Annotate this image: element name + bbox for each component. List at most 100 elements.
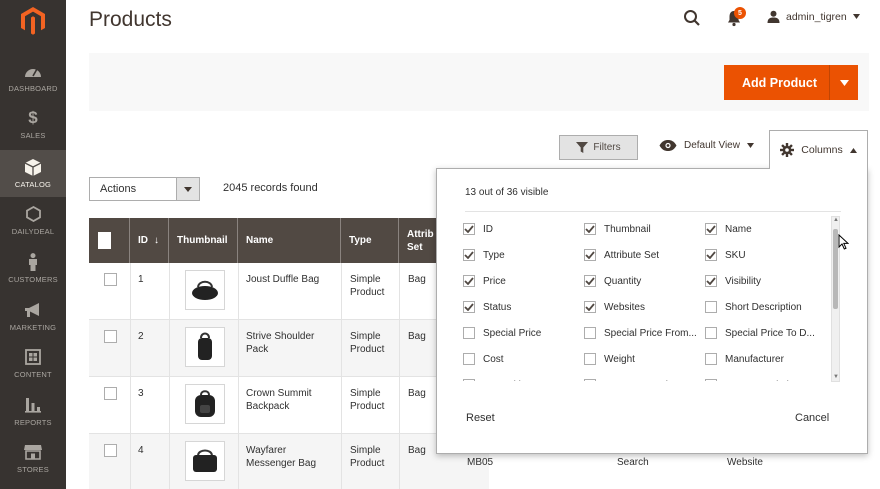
column-option-meta-title[interactable]: Meta Title (463, 379, 526, 381)
checked-checkbox[interactable] (463, 275, 475, 287)
column-option-label: ID (483, 223, 493, 235)
sku-cell-peek: MB05 (467, 457, 494, 468)
column-option-label: Name (725, 223, 752, 235)
cell-id: 1 (138, 274, 144, 285)
checked-checkbox[interactable] (463, 223, 475, 235)
col-header-name[interactable]: Name (238, 218, 341, 263)
unchecked-checkbox[interactable] (463, 379, 475, 381)
table-row[interactable]: 4 Wayfarer Messenger Bag Simple Product Bag (89, 434, 489, 489)
sidebar-item-reports[interactable]: REPORTS (0, 388, 66, 435)
columns-dropdown-panel: 13 out of 36 visible ID Thumbnail Name Type… (436, 168, 868, 454)
reset-button[interactable]: Reset (466, 412, 495, 424)
column-option-label: Price (483, 275, 506, 287)
column-option-thumbnail[interactable]: Thumbnail (584, 223, 651, 235)
column-option-manufacturer[interactable]: Manufacturer (705, 353, 784, 365)
sidebar-item-marketing[interactable]: MARKETING (0, 293, 66, 340)
table-row[interactable]: 3 Crown Summit Backpack Simple Product Bag (89, 377, 489, 434)
column-option-label: Special Price To D... (725, 327, 815, 339)
checked-checkbox[interactable] (705, 275, 717, 287)
table-row[interactable]: 1 Joust Duffle Bag Simple Product Bag (89, 263, 489, 320)
col-header-id[interactable]: ID ↓ (130, 218, 169, 263)
col-header-thumbnail[interactable]: Thumbnail (169, 218, 238, 263)
checkmark-icon (706, 277, 716, 285)
unchecked-checkbox[interactable] (584, 379, 596, 381)
eye-icon (659, 140, 677, 151)
column-option-status[interactable]: Status (463, 301, 511, 313)
checked-checkbox[interactable] (584, 223, 596, 235)
column-option-name[interactable]: Name (705, 223, 752, 235)
cancel-button[interactable]: Cancel (795, 412, 829, 424)
product-thumbnail[interactable] (185, 441, 225, 481)
checked-checkbox[interactable] (584, 275, 596, 287)
sidebar-item-catalog[interactable]: CATALOG (0, 150, 66, 197)
checked-checkbox[interactable] (705, 249, 717, 261)
view-switcher[interactable]: Default View (659, 140, 754, 151)
magento-logo[interactable] (0, 0, 66, 42)
column-option-websites[interactable]: Websites (584, 301, 645, 313)
unchecked-checkbox[interactable] (584, 353, 596, 365)
checked-checkbox[interactable] (463, 249, 475, 261)
scroll-up-arrow-icon[interactable]: ▲ (833, 216, 839, 224)
column-option-short-description[interactable]: Short Description (705, 301, 802, 313)
columns-label: Columns (801, 144, 843, 156)
sidebar-item-customers[interactable]: CUSTOMERS (0, 245, 66, 292)
product-thumbnail[interactable] (185, 327, 225, 367)
column-option-visibility[interactable]: Visibility (705, 275, 761, 287)
filters-button[interactable]: Filters (559, 135, 638, 160)
add-product-button[interactable]: Add Product (724, 65, 858, 100)
column-option-weight[interactable]: Weight (584, 353, 635, 365)
column-option-label: Manufacturer (725, 353, 784, 365)
add-product-dropdown-toggle[interactable] (830, 79, 858, 86)
row-select-checkbox[interactable] (104, 444, 117, 457)
row-select-checkbox[interactable] (104, 330, 117, 343)
column-option-type[interactable]: Type (463, 249, 505, 261)
checked-checkbox[interactable] (584, 301, 596, 313)
chevron-down-icon (839, 79, 849, 86)
unchecked-checkbox[interactable] (705, 327, 717, 339)
column-option-special-price-from[interactable]: Special Price From... (584, 327, 697, 339)
unchecked-checkbox[interactable] (705, 353, 717, 365)
sidebar-item-dashboard[interactable]: DASHBOARD (0, 54, 66, 101)
column-option-special-price[interactable]: Special Price (463, 327, 541, 339)
table-row[interactable]: 2 Strive Shoulder Pack Simple Product Bag (89, 320, 489, 377)
mass-actions-select[interactable]: Actions (89, 177, 200, 201)
unchecked-checkbox[interactable] (705, 301, 717, 313)
product-thumbnail[interactable] (185, 384, 225, 424)
unchecked-checkbox[interactable] (463, 327, 475, 339)
column-option-cost[interactable]: Cost (463, 353, 504, 365)
checked-checkbox[interactable] (705, 223, 717, 235)
sidebar-item-content[interactable]: CONTENT (0, 340, 66, 387)
mass-select-header[interactable] (89, 218, 130, 263)
select-all-checkbox[interactable] (98, 232, 111, 249)
product-thumbnail[interactable] (185, 270, 225, 310)
unchecked-checkbox[interactable] (584, 327, 596, 339)
column-option-meta-keywords[interactable]: Meta Keywords (584, 379, 673, 381)
dollar-icon: $ (28, 108, 38, 127)
sidebar-item-dailydeal[interactable]: DAILYDEAL (0, 197, 66, 244)
column-option-meta-description[interactable]: Meta Description (705, 379, 800, 381)
column-option-special-price-to-d[interactable]: Special Price To D... (705, 327, 815, 339)
column-option-price[interactable]: Price (463, 275, 506, 287)
sidebar-item-sales[interactable]: $ SALES (0, 101, 66, 148)
checked-checkbox[interactable] (463, 301, 475, 313)
col-header-type[interactable]: Type (341, 218, 399, 263)
scroll-down-arrow-icon[interactable]: ▼ (833, 373, 839, 381)
unchecked-checkbox[interactable] (705, 379, 717, 381)
column-option-sku[interactable]: SKU (705, 249, 746, 261)
notification-count-badge: 5 (734, 7, 746, 19)
columns-button[interactable]: Columns (769, 130, 868, 169)
user-account-menu[interactable]: admin_tigren (767, 10, 860, 23)
col-header-type-label: Type (349, 235, 372, 246)
checked-checkbox[interactable] (584, 249, 596, 261)
column-option-label: Cost (483, 353, 504, 365)
column-option-quantity[interactable]: Quantity (584, 275, 641, 287)
unchecked-checkbox[interactable] (463, 353, 475, 365)
page-title: Products (89, 8, 172, 31)
row-select-checkbox[interactable] (104, 273, 117, 286)
row-select-checkbox[interactable] (104, 387, 117, 400)
column-option-attribute-set[interactable]: Attribute Set (584, 249, 659, 261)
global-search-icon[interactable] (683, 9, 701, 27)
sidebar-item-stores[interactable]: STORES (0, 435, 66, 482)
grid-header-row: ID ↓ Thumbnail Name Type Attrib Set (89, 218, 489, 263)
column-option-id[interactable]: ID (463, 223, 493, 235)
